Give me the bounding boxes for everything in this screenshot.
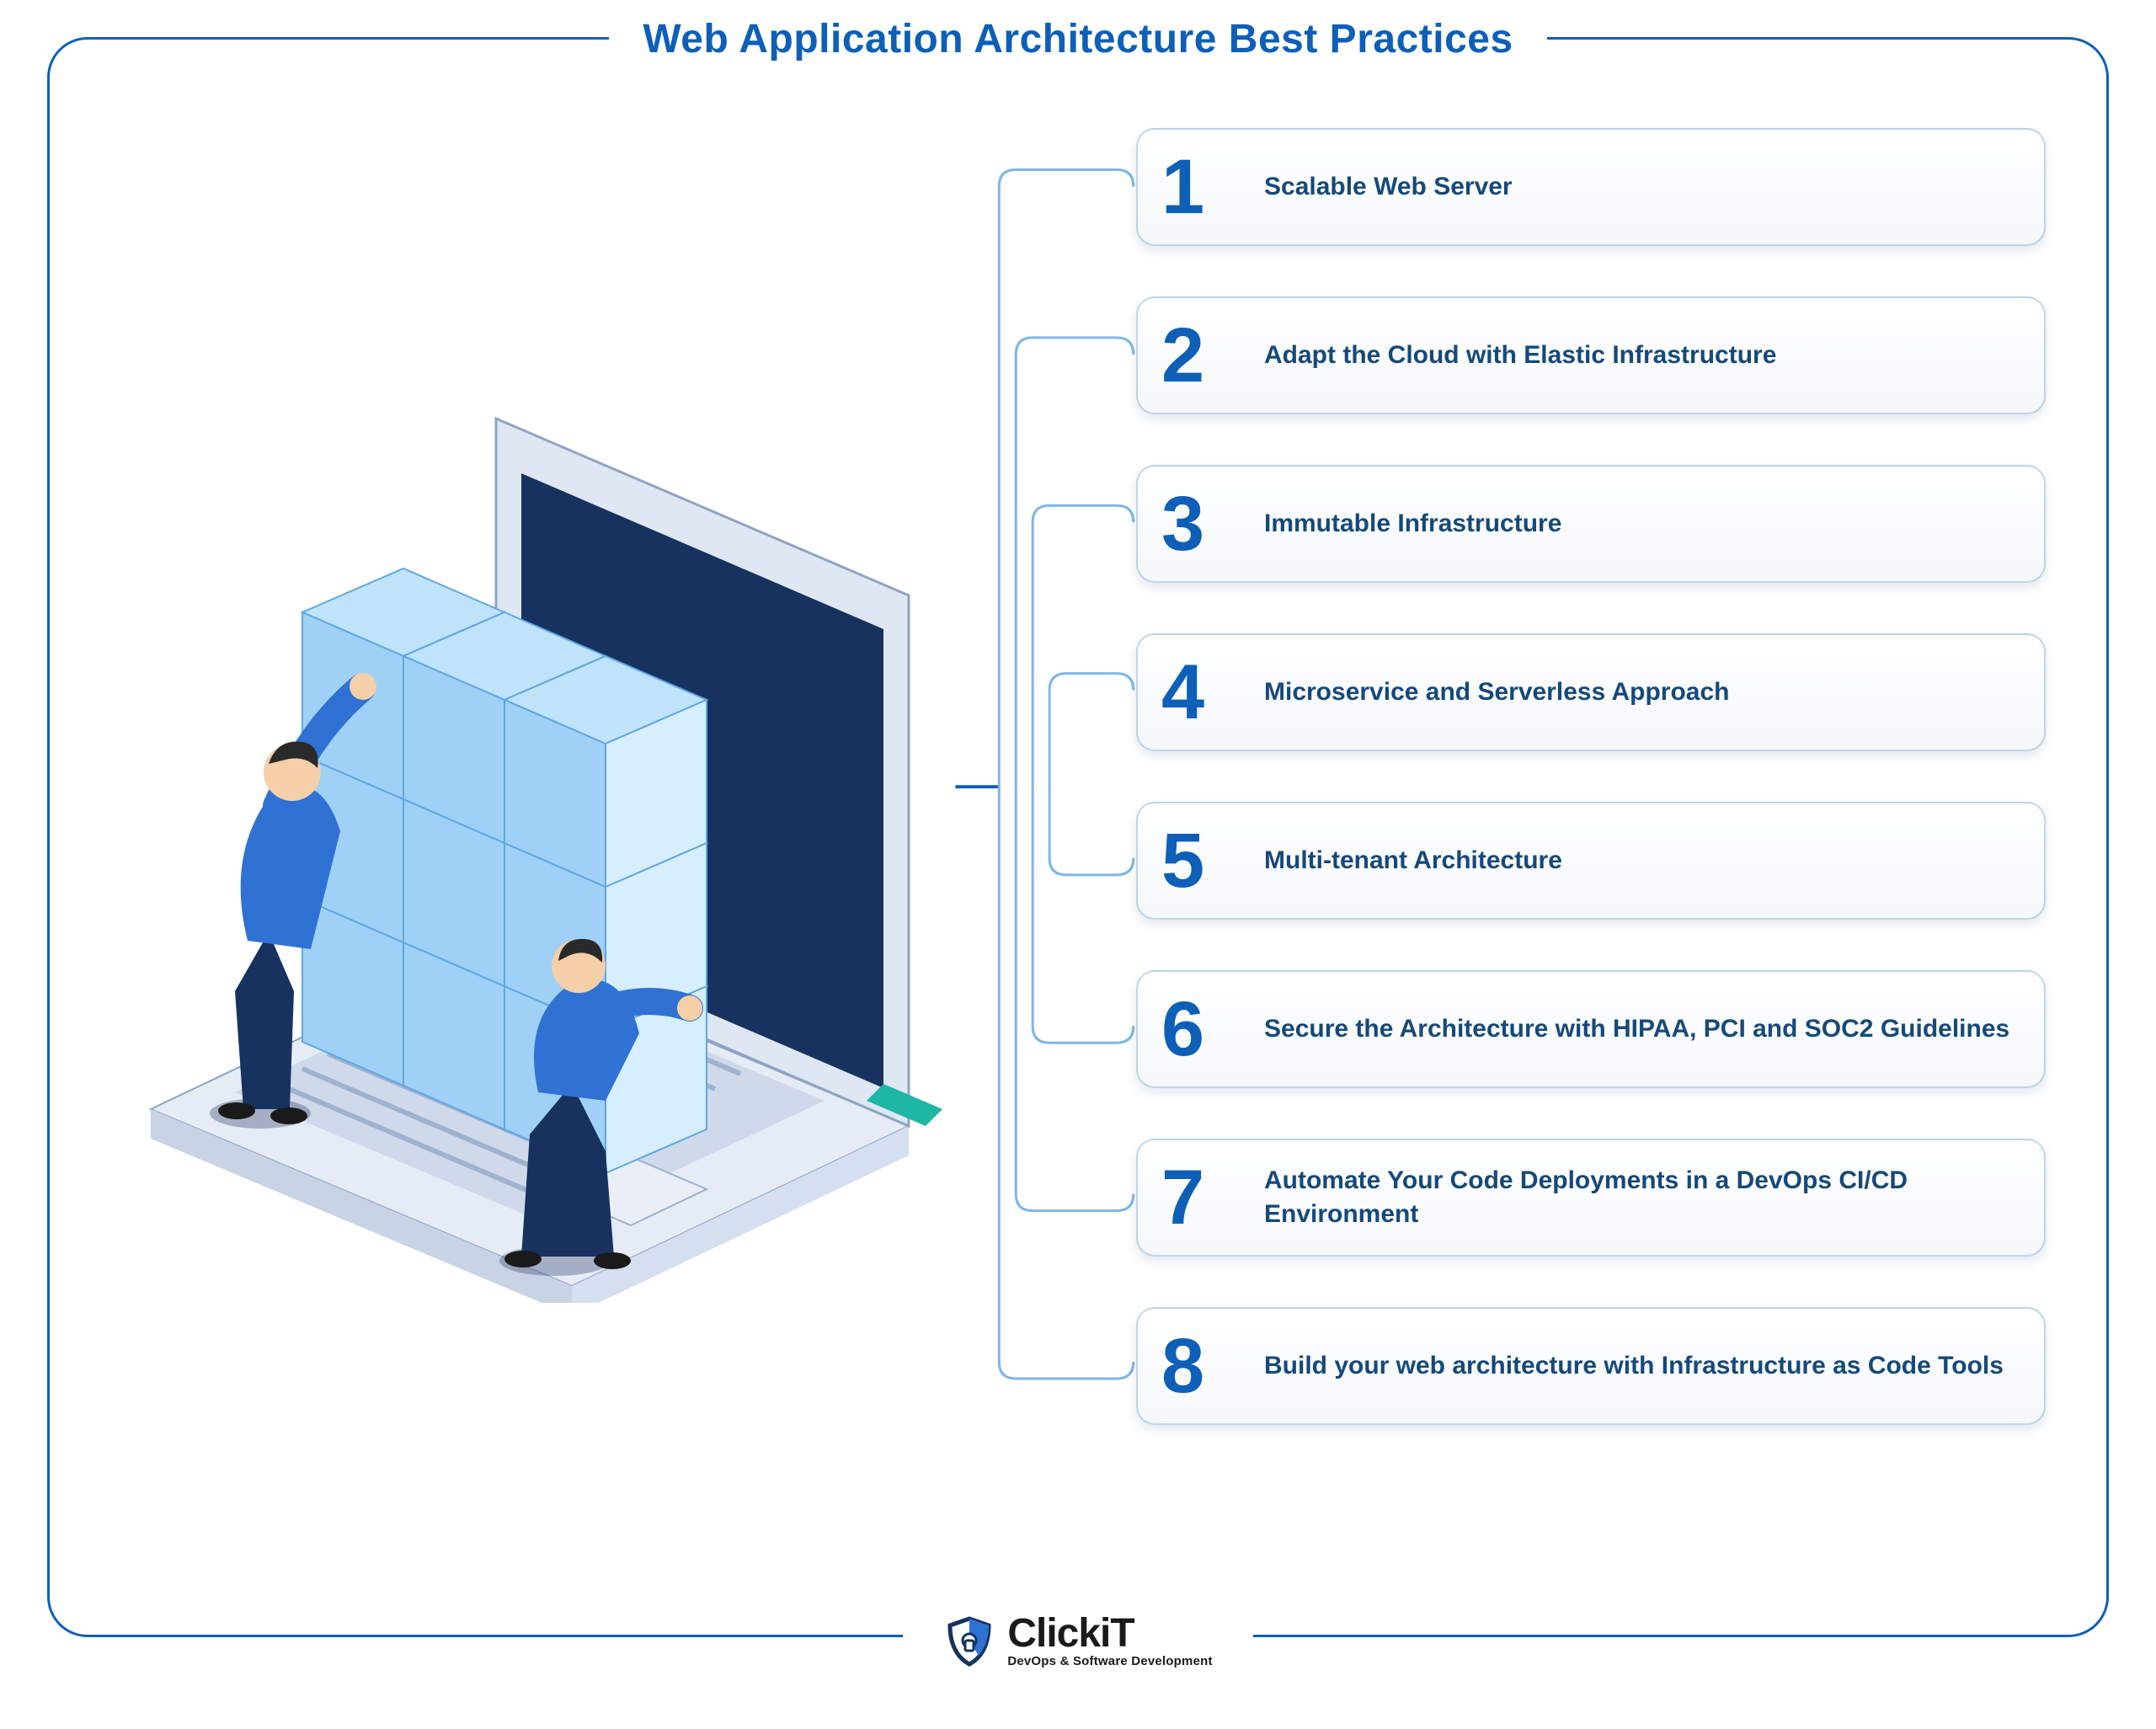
practice-label: Microservice and Serverless Approach <box>1264 675 1729 710</box>
practice-label: Automate Your Code Deployments in a DevO… <box>1264 1164 2010 1232</box>
practice-label: Immutable Infrastructure <box>1264 507 1561 542</box>
practice-item-7: 7 Automate Your Code Deployments in a De… <box>1136 1139 2046 1257</box>
practice-item-6: 6 Secure the Architecture with HIPAA, PC… <box>1136 970 2046 1088</box>
practice-number: 3 <box>1161 485 1204 563</box>
isometric-illustration <box>100 292 959 1303</box>
practice-item-5: 5 Multi-tenant Architecture <box>1136 802 2046 920</box>
practice-number: 8 <box>1161 1327 1204 1405</box>
practice-label: Adapt the Cloud with Elastic Infrastruct… <box>1264 339 1776 373</box>
practice-label: Build your web architecture with Infrast… <box>1264 1349 2004 1384</box>
practice-label: Secure the Architecture with HIPAA, PCI … <box>1264 1012 2009 1047</box>
practice-label: Scalable Web Server <box>1264 170 1513 205</box>
logo-area: ClickiT DevOps & Software Development <box>50 1614 2106 1668</box>
practice-item-3: 3 Immutable Infrastructure <box>1136 465 2046 583</box>
practice-number: 6 <box>1161 990 1204 1068</box>
practice-number: 4 <box>1161 654 1204 731</box>
shield-lock-icon <box>943 1615 995 1668</box>
content-area: 1 Scalable Web Server 2 Adapt the Cloud … <box>50 40 2106 1635</box>
practice-item-8: 8 Build your web architecture with Infra… <box>1136 1307 2046 1425</box>
practice-number: 2 <box>1161 317 1204 394</box>
logo-text: ClickiT DevOps & Software Development <box>1007 1614 1212 1668</box>
practice-item-1: 1 Scalable Web Server <box>1136 128 2046 246</box>
practice-number: 5 <box>1161 822 1204 899</box>
logo-tagline: DevOps & Software Development <box>1007 1654 1212 1668</box>
practice-item-4: 4 Microservice and Serverless Approach <box>1136 633 2046 751</box>
logo-main: ClickiT <box>1007 1614 1212 1654</box>
practice-number: 1 <box>1161 148 1204 226</box>
practice-label: Multi-tenant Architecture <box>1264 844 1562 878</box>
laptop-cubes-icon <box>100 292 959 1303</box>
practices-list: 1 Scalable Web Server 2 Adapt the Cloud … <box>1136 128 2046 1476</box>
practice-number: 7 <box>1161 1159 1204 1236</box>
diagram-frame: Web Application Architecture Best Practi… <box>47 37 2109 1637</box>
practice-item-2: 2 Adapt the Cloud with Elastic Infrastru… <box>1136 296 2046 414</box>
logo: ClickiT DevOps & Software Development <box>903 1614 1252 1668</box>
